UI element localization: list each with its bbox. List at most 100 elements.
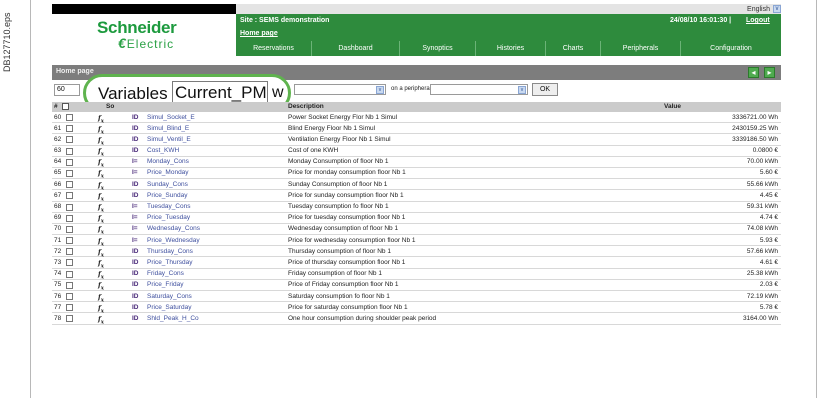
- io-direction-icon: ID: [132, 303, 139, 311]
- col-header-value[interactable]: Value: [664, 103, 681, 110]
- col-header-description[interactable]: Description: [288, 103, 324, 110]
- table-header: # So Description Value: [52, 102, 781, 112]
- row-checkbox[interactable]: [66, 147, 73, 155]
- variable-name-link[interactable]: Simul_Blind_E: [147, 125, 189, 132]
- tab-reservations[interactable]: Reservations: [236, 41, 312, 56]
- table-row[interactable]: 77 fx ID Price_Saturday Price for saturday c…: [52, 302, 781, 314]
- variable-name-link[interactable]: Price_Tuesday: [147, 214, 190, 221]
- variables-label: Variables: [98, 84, 168, 103]
- table-row[interactable]: 71 fx I= Price_Wednesday Price for wednesday…: [52, 235, 781, 247]
- row-checkbox[interactable]: [66, 281, 73, 289]
- variable-name-link[interactable]: Friday_Cons: [147, 270, 184, 277]
- peripheral-select[interactable]: v: [430, 84, 528, 95]
- table-row[interactable]: 64 fx I= Monday_Cons Monday Consumption of f…: [52, 156, 781, 169]
- variable-name-link[interactable]: Tuesday_Cons: [147, 203, 190, 210]
- row-checkbox[interactable]: [66, 169, 73, 177]
- tab-charts[interactable]: Charts: [546, 41, 601, 56]
- table-row[interactable]: 65 fx I= Price_Monday Price for monday consu…: [52, 167, 781, 180]
- variable-type-select[interactable]: v: [294, 84, 386, 95]
- language-selector[interactable]: English v: [733, 4, 781, 14]
- row-checkbox[interactable]: [66, 181, 73, 189]
- row-index: 66: [54, 180, 62, 188]
- variable-description: One hour consumption during shoulder pea…: [288, 314, 437, 322]
- select-all-checkbox[interactable]: [62, 103, 69, 110]
- table-row[interactable]: 76 fx ID Saturday_Cons Saturday consumption …: [52, 291, 781, 303]
- tab-dashboard[interactable]: Dashboard: [312, 41, 400, 56]
- variable-name-link[interactable]: Price_Monday: [147, 169, 189, 176]
- table-row[interactable]: 72 fx ID Thursday_Cons Thursday consumption …: [52, 246, 781, 258]
- variable-name-link[interactable]: Price_Sunday: [147, 192, 187, 199]
- table-row[interactable]: 60 fx ID Simul_Socket_E Power Socket Energy …: [52, 112, 781, 124]
- row-checkbox[interactable]: [66, 136, 73, 144]
- table-row[interactable]: 62 fx ID Simul_Ventil_E Ventilation Energy F…: [52, 134, 781, 146]
- row-checkbox[interactable]: [66, 237, 73, 245]
- refresh-icon[interactable]: ▸: [764, 67, 775, 78]
- tab-configuration[interactable]: Configuration: [681, 41, 781, 56]
- variable-name-link[interactable]: Saturday_Cons: [147, 293, 192, 300]
- row-index: 69: [54, 214, 62, 222]
- variable-description: Price for monday consumption floor Nb 1: [288, 169, 406, 177]
- table-row[interactable]: 75 fx ID Price_Friday Price of Friday consum…: [52, 279, 781, 292]
- io-direction-icon: ID: [132, 247, 139, 255]
- table-row[interactable]: 69 fx I= Price_Tuesday Price for tuesday con…: [52, 212, 781, 224]
- variable-description: Monday Consumption of floor Nb 1: [288, 158, 389, 166]
- row-checkbox[interactable]: [66, 214, 73, 222]
- table-row[interactable]: 61 fx ID Simul_Blind_E Blind Energy Floor Nb…: [52, 123, 781, 135]
- variable-description: Price for saturday consumption floor Nb …: [288, 303, 408, 311]
- variable-name-link[interactable]: Wednesday_Cons: [147, 225, 200, 232]
- variable-description: Blind Energy Floor Nb 1 Simul: [288, 124, 376, 132]
- row-checkbox[interactable]: [66, 158, 73, 166]
- chevron-down-icon[interactable]: v: [376, 86, 384, 94]
- variable-name-link[interactable]: Price_Saturday: [147, 304, 191, 311]
- variable-name-link[interactable]: Monday_Cons: [147, 158, 189, 165]
- variable-name-link[interactable]: Simul_Socket_E: [147, 114, 195, 121]
- table-row[interactable]: 70 fx I= Wednesday_Cons Wednesday consumptio…: [52, 223, 781, 236]
- variable-name-link[interactable]: Sunday_Cons: [147, 181, 188, 188]
- tab-peripherals[interactable]: Peripherals: [601, 41, 681, 56]
- table-row[interactable]: 66 fx ID Sunday_Cons Sunday Consumption of f…: [52, 179, 781, 191]
- variable-name-link[interactable]: Cost_KWH: [147, 147, 179, 154]
- row-checkbox[interactable]: [66, 225, 73, 233]
- row-checkbox[interactable]: [66, 315, 73, 323]
- row-index: 77: [54, 303, 62, 311]
- row-checkbox[interactable]: [66, 114, 73, 121]
- ok-button[interactable]: OK: [532, 83, 558, 96]
- chevron-down-icon[interactable]: v: [773, 5, 781, 13]
- rows-count-input[interactable]: 60: [54, 84, 80, 96]
- io-direction-icon: I=: [132, 225, 138, 233]
- top-language-strip: [236, 4, 781, 14]
- variable-name-link[interactable]: Price_Thursday: [147, 259, 193, 266]
- row-checkbox[interactable]: [66, 270, 73, 278]
- header-bar: Site : SEMS demonstration Home page 24/0…: [236, 14, 781, 56]
- function-icon[interactable]: fx: [98, 315, 104, 325]
- table-row[interactable]: 73 fx ID Price_Thursday Price of thursday co…: [52, 257, 781, 269]
- export-icon[interactable]: ◂: [748, 67, 759, 78]
- variable-name-link[interactable]: Simul_Ventil_E: [147, 136, 191, 143]
- table-body: 60 fx ID Simul_Socket_E Power Socket Energy …: [52, 112, 781, 325]
- home-page-link[interactable]: Home page: [240, 30, 278, 37]
- variable-description: Price of Friday consumption floor Nb 1: [288, 281, 399, 289]
- row-checkbox[interactable]: [66, 203, 73, 211]
- table-row[interactable]: 67 fx ID Price_Sunday Price for sunday consu…: [52, 190, 781, 202]
- io-direction-icon: ID: [132, 113, 139, 121]
- row-index: 62: [54, 135, 62, 143]
- variable-name-link[interactable]: Price_Friday: [147, 281, 183, 288]
- row-checkbox[interactable]: [66, 192, 73, 200]
- row-checkbox[interactable]: [66, 259, 73, 267]
- table-row[interactable]: 68 fx I= Tuesday_Cons Tuesday consumption fo…: [52, 201, 781, 213]
- logout-link[interactable]: Logout: [746, 17, 770, 24]
- tab-synoptics[interactable]: Synoptics: [400, 41, 476, 56]
- variable-name-link[interactable]: Thursday_Cons: [147, 248, 193, 255]
- row-index: 73: [54, 258, 62, 266]
- row-checkbox[interactable]: [66, 248, 73, 256]
- table-row[interactable]: 74 fx ID Friday_Cons Friday consumption of f…: [52, 268, 781, 280]
- row-checkbox[interactable]: [66, 293, 73, 300]
- table-row[interactable]: 63 fx ID Cost_KWH Cost of one KWH 0.0800 €: [52, 145, 781, 157]
- row-checkbox[interactable]: [66, 304, 73, 312]
- variable-name-link[interactable]: Shld_Peak_H_Co: [147, 315, 199, 322]
- table-row[interactable]: 78 fx ID Shld_Peak_H_Co One hour consumption…: [52, 313, 781, 325]
- tab-histories[interactable]: Histories: [476, 41, 546, 56]
- variable-name-link[interactable]: Price_Wednesday: [147, 237, 200, 244]
- row-checkbox[interactable]: [66, 125, 73, 133]
- chevron-down-icon[interactable]: v: [518, 86, 526, 94]
